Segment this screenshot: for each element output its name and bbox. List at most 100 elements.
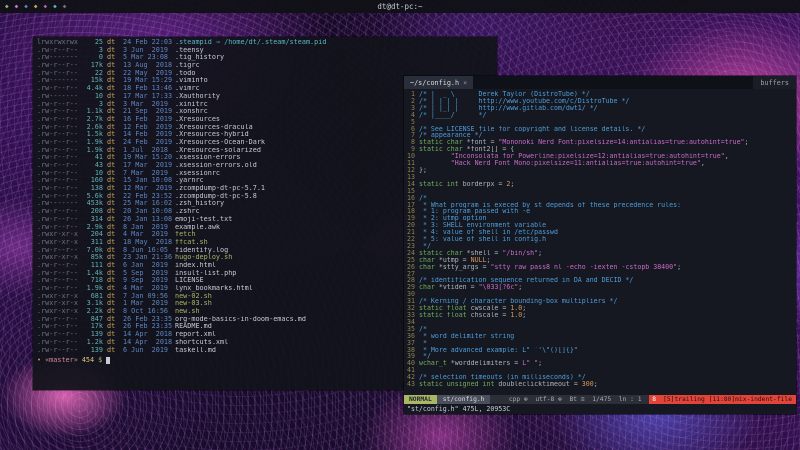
prompt-status-dot: • bbox=[37, 356, 41, 365]
line-text: char *stty_args = "stty raw pass8 nl -ec… bbox=[419, 264, 796, 271]
code-line: 39 */ bbox=[404, 353, 796, 360]
code-line: 7 /* appearance */ bbox=[404, 132, 796, 139]
line-text: * bbox=[419, 340, 796, 347]
code-line: 18 * 1: program passed with -e bbox=[404, 208, 796, 215]
prompt-symbol: $ bbox=[98, 356, 102, 365]
code-line: 34 bbox=[404, 319, 796, 326]
file-row: .rw-r--r-- 3 dt 3 Jun 2019 .teensy bbox=[37, 47, 493, 55]
line-text: static char *font = "Mononoki Nerd Font:… bbox=[419, 139, 796, 146]
line-text: /* | | | | http://www.youtube.com/c/Dist… bbox=[419, 98, 796, 105]
editor-tabbar: ~/s/config.h × buffers bbox=[404, 76, 796, 89]
line-text: static unsigned int doubleclicktimeout =… bbox=[419, 381, 796, 388]
workspace-icon[interactable]: ◆ bbox=[24, 3, 28, 10]
code-line: 35 /* bbox=[404, 326, 796, 333]
line-text: }; bbox=[419, 167, 796, 174]
line-text: * word delimiter string bbox=[419, 333, 796, 340]
code-line: 30 bbox=[404, 291, 796, 298]
error-count-badge: 8 bbox=[649, 395, 659, 404]
prompt-counter: 454 bbox=[82, 356, 94, 365]
code-line: 2 /* | | | | http://www.youtube.com/c/Di… bbox=[404, 98, 796, 105]
workspace-switcher: ◆ ◆ ◆ ◆ ◆ ◆ ◆ bbox=[5, 3, 66, 10]
tab-config-h[interactable]: ~/s/config.h × bbox=[404, 76, 473, 89]
code-line: 37 * bbox=[404, 340, 796, 347]
line-text: */ bbox=[419, 243, 796, 250]
code-line: 6 /* See LICENSE file for copyright and … bbox=[404, 126, 796, 133]
line-text: /* |____/ */ bbox=[419, 112, 796, 119]
line-text: * 5: value of shell in config.h bbox=[419, 236, 796, 243]
code-line: 14 static int borderpx = 2; bbox=[404, 181, 796, 188]
workspace-icon[interactable]: ◆ bbox=[15, 3, 19, 10]
cursor-block bbox=[106, 357, 110, 364]
mode-indicator: NORMAL bbox=[404, 395, 437, 404]
file-owner: dt bbox=[107, 347, 119, 355]
whitespace-warning: [5]trailing [11:80]mix-indent-file bbox=[659, 395, 796, 404]
buffers-button[interactable]: buffers bbox=[753, 76, 796, 89]
code-line: 4 /* |____/ */ bbox=[404, 112, 796, 119]
line-text: * 3: SHELL environment variable bbox=[419, 222, 796, 229]
line-text: /* selection timeouts (in milliseconds) … bbox=[419, 374, 796, 381]
code-line: 16 /* bbox=[404, 195, 796, 202]
line-text: /* bbox=[419, 326, 796, 333]
file-date: 6 Jun 2019 bbox=[123, 347, 171, 355]
line-text bbox=[419, 188, 796, 195]
line-text: static int borderpx = 2; bbox=[419, 181, 796, 188]
file-row: .rw------- 0 dt 5 Mar 23:08 .tig_history bbox=[37, 54, 493, 62]
terminal-window-editor[interactable]: ~/s/config.h × buffers 1 /* | _ \ Derek … bbox=[404, 76, 796, 414]
code-line: 23 */ bbox=[404, 243, 796, 250]
editor-buffer[interactable]: 1 /* | _ \ Derek Taylor (DistroTube) */ … bbox=[404, 89, 796, 395]
line-text bbox=[419, 271, 796, 278]
line-text: /* | |_| | http://www.gitlab.com/dwt1/ *… bbox=[419, 105, 796, 112]
line-text: "Hack Nerd Font Mono:pixelsize=11:antial… bbox=[419, 160, 796, 167]
statusline-spacer bbox=[490, 395, 504, 404]
code-line: 24 static char *shell = "/bin/sh"; bbox=[404, 250, 796, 257]
line-text: static float chscale = 1.0; bbox=[419, 312, 796, 319]
code-line: 41 bbox=[404, 367, 796, 374]
line-text: * 2: utmp option bbox=[419, 215, 796, 222]
line-text: /* identification sequence returned in D… bbox=[419, 277, 796, 284]
code-line: 20 * 3: SHELL environment variable bbox=[404, 222, 796, 229]
code-line: 31 /* Kerning / character bounding-box m… bbox=[404, 298, 796, 305]
code-line: 25 char *utmp = NULL; bbox=[404, 257, 796, 264]
code-line: 42 /* selection timeouts (in millisecond… bbox=[404, 374, 796, 381]
window-title: dt@dt-pc:~ bbox=[0, 2, 800, 11]
file-name: .tig_history bbox=[175, 54, 493, 62]
tab-label: ~/s/config.h bbox=[410, 79, 459, 87]
vim-cmdline[interactable]: "st/config.h" 475L, 20953C bbox=[404, 404, 796, 414]
line-text: char *vtiden = "\033[?6c"; bbox=[419, 284, 796, 291]
close-icon[interactable]: × bbox=[463, 79, 467, 87]
code-line: 9 static char *font2[] = { bbox=[404, 146, 796, 153]
code-line: 32 static float cwscale = 1.0; bbox=[404, 305, 796, 312]
statusline-info: cpp ⊕ utf-8 ⊕ Bt ≡ 1/475 ln : 1 bbox=[505, 395, 649, 404]
code-line: 40 wchar_t *worddelimiters = L" "; bbox=[404, 360, 796, 367]
line-text: * 4: value of shell in /etc/passwd bbox=[419, 229, 796, 236]
line-text: /* appearance */ bbox=[419, 132, 796, 139]
code-line: 3 /* | |_| | http://www.gitlab.com/dwt1/… bbox=[404, 105, 796, 112]
line-text: * More advanced example: L" `'\"()[]{}" bbox=[419, 347, 796, 354]
code-line: 13 bbox=[404, 174, 796, 181]
code-line: 26 char *stty_args = "stty raw pass8 nl … bbox=[404, 264, 796, 271]
code-line: 36 * word delimiter string bbox=[404, 333, 796, 340]
workspace-icon[interactable]: ◆ bbox=[63, 3, 67, 10]
code-line: 12 }; bbox=[404, 167, 796, 174]
code-line: 38 * More advanced example: L" `'\"()[]{… bbox=[404, 347, 796, 354]
code-line: 11 "Hack Nerd Font Mono:pixelsize=11:ant… bbox=[404, 160, 796, 167]
code-line: 8 static char *font = "Mononoki Nerd Fon… bbox=[404, 139, 796, 146]
line-text: static float cwscale = 1.0; bbox=[419, 305, 796, 312]
workspace-icon[interactable]: ◆ bbox=[53, 3, 57, 10]
vim-statusline: NORMAL st/config.h cpp ⊕ utf-8 ⊕ Bt ≡ 1/… bbox=[404, 395, 796, 404]
line-text: /* bbox=[419, 195, 796, 202]
code-line: 43 static unsigned int doubleclicktimeou… bbox=[404, 381, 796, 388]
line-text: /* | _ \ Derek Taylor (DistroTube) */ bbox=[419, 91, 796, 98]
code-line: 22 * 5: value of shell in config.h bbox=[404, 236, 796, 243]
code-line: 17 * What program is execed by st depend… bbox=[404, 202, 796, 209]
file-row: .rw-r--r-- 17k dt 13 Aug 2018 .tigrc bbox=[37, 62, 493, 70]
line-text: * 1: program passed with -e bbox=[419, 208, 796, 215]
code-line: 29 char *vtiden = "\033[?6c"; bbox=[404, 284, 796, 291]
file-row: lrwxrwxrwx 25 dt 24 Feb 22:03 .steampid … bbox=[37, 39, 493, 47]
line-text bbox=[419, 119, 796, 126]
workspace-icon[interactable]: ◆ bbox=[44, 3, 48, 10]
workspace-icon[interactable]: ◆ bbox=[34, 3, 38, 10]
code-line: 21 * 4: value of shell in /etc/passwd bbox=[404, 229, 796, 236]
file-size: 139 bbox=[81, 347, 103, 355]
workspace-icon[interactable]: ◆ bbox=[5, 3, 9, 10]
